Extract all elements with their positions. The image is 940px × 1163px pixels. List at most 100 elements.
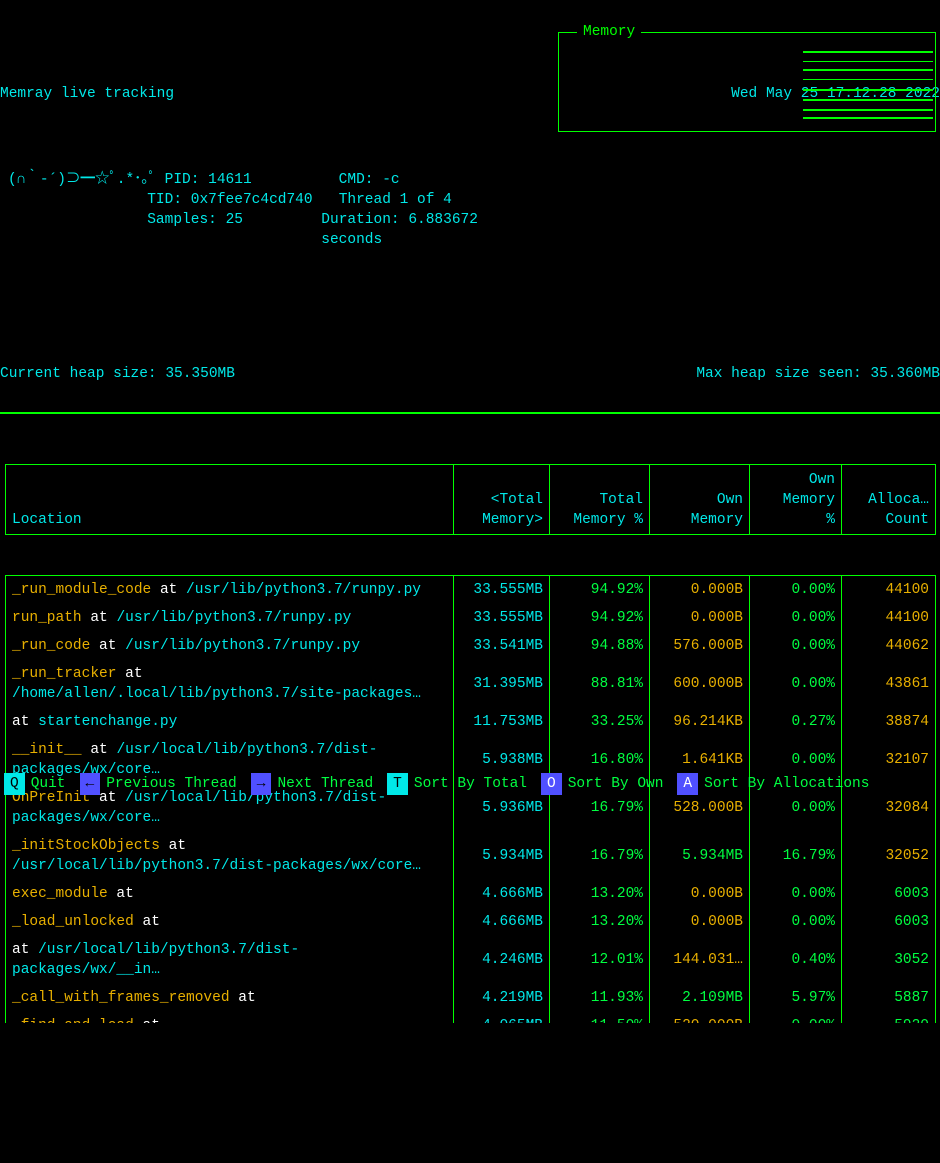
- cell-value: 43861: [842, 660, 936, 708]
- cell-value: 16.79%: [750, 832, 842, 880]
- cell-value: 88.81%: [550, 660, 650, 708]
- thread-value: 1 of 4: [400, 192, 452, 208]
- cell-value: 5.934MB: [454, 832, 550, 880]
- cell-value: 576.000B: [650, 632, 750, 660]
- footer-bar: QQuit ←Previous Thread →Next Thread TSor…: [0, 773, 940, 795]
- cell-value: 2.109MB: [650, 984, 750, 1012]
- cell-value: 12.01%: [550, 936, 650, 984]
- cell-value: 44100: [842, 604, 936, 632]
- cell-value: 13.20%: [550, 908, 650, 936]
- max-heap-value: 35.360MB: [870, 366, 940, 382]
- cell-value: 520.000B: [650, 1012, 750, 1023]
- cell-value: 0.00%: [750, 604, 842, 632]
- cell-value: 0.00%: [750, 880, 842, 908]
- cell-value: 33.25%: [550, 708, 650, 736]
- cell-value: 5887: [842, 984, 936, 1012]
- cell-value: 38874: [842, 708, 936, 736]
- cell-value: 0.40%: [750, 936, 842, 984]
- key-t[interactable]: T: [387, 773, 408, 795]
- table-row[interactable]: _run_code at /usr/lib/python3.7/runpy.py…: [6, 632, 936, 660]
- cell-value: 4.065MB: [454, 1012, 550, 1023]
- table-row[interactable]: at startenchange.py11.753MB33.25%96.214K…: [6, 708, 936, 736]
- table-row[interactable]: _initStockObjects at /usr/local/lib/pyth…: [6, 832, 936, 880]
- pid-label: PID:: [165, 172, 200, 188]
- cell-value: 32052: [842, 832, 936, 880]
- col-own-memory[interactable]: Own Memory: [650, 465, 750, 535]
- cell-value: 94.92%: [550, 576, 650, 605]
- table-row[interactable]: exec_module at 4.666MB13.20%0.000B0.00%6…: [6, 880, 936, 908]
- key-a[interactable]: A: [677, 773, 698, 795]
- key-next-arrow[interactable]: →: [251, 773, 272, 795]
- cell-value: 33.541MB: [454, 632, 550, 660]
- table-row[interactable]: _call_with_frames_removed at 4.219MB11.9…: [6, 984, 936, 1012]
- col-alloc-count[interactable]: Alloca… Count: [842, 465, 936, 535]
- app-title: Memray live tracking: [0, 84, 174, 104]
- emoji-art: (∩｀-´)⊃━☆ﾟ.*･｡ﾟ: [8, 172, 156, 188]
- col-total-memory[interactable]: <Total Memory>: [454, 465, 550, 535]
- cell-value: 11.93%: [550, 984, 650, 1012]
- cell-value: 0.000B: [650, 880, 750, 908]
- memory-box-label: Memory: [577, 22, 641, 42]
- table-row[interactable]: run_path at /usr/lib/python3.7/runpy.py3…: [6, 604, 936, 632]
- next-thread-label: Next Thread: [277, 773, 373, 795]
- table-row[interactable]: _find_and_load at 4.065MB11.50%520.000B0…: [6, 1012, 936, 1023]
- sort-total-label: Sort By Total: [414, 773, 527, 795]
- thread-label: Thread: [339, 192, 391, 208]
- cell-value: 5.934MB: [650, 832, 750, 880]
- cell-value: 0.27%: [750, 708, 842, 736]
- max-heap-label: Max heap size seen:: [696, 366, 870, 382]
- memory-graph-box: Memory: [558, 32, 936, 132]
- cell-value: 4.666MB: [454, 880, 550, 908]
- samples-value: 25: [226, 212, 243, 228]
- samples-label: Samples:: [147, 212, 217, 228]
- cell-value: 5.97%: [750, 984, 842, 1012]
- cell-value: 6003: [842, 880, 936, 908]
- sort-own-label: Sort By Own: [568, 773, 664, 795]
- cell-location: exec_module at: [6, 880, 454, 908]
- cell-value: 0.00%: [750, 908, 842, 936]
- key-o[interactable]: O: [541, 773, 562, 795]
- cell-value: 33.555MB: [454, 604, 550, 632]
- cell-value: 11.50%: [550, 1012, 650, 1023]
- prev-thread-label: Previous Thread: [106, 773, 237, 795]
- cell-location: _run_tracker at /home/allen/.local/lib/p…: [6, 660, 454, 708]
- cell-value: 5920: [842, 1012, 936, 1023]
- cell-value: 16.79%: [550, 832, 650, 880]
- cell-value: 11.753MB: [454, 708, 550, 736]
- col-own-memory-pct[interactable]: Own Memory %: [750, 465, 842, 535]
- key-q[interactable]: Q: [4, 773, 25, 795]
- key-prev-arrow[interactable]: ←: [80, 773, 101, 795]
- cell-value: 13.20%: [550, 880, 650, 908]
- tid-label: TID:: [147, 192, 182, 208]
- cell-value: 96.214KB: [650, 708, 750, 736]
- cell-value: 0.00%: [750, 1012, 842, 1023]
- table-row[interactable]: _run_tracker at /home/allen/.local/lib/p…: [6, 660, 936, 708]
- cell-value: 600.000B: [650, 660, 750, 708]
- divider: [0, 412, 940, 414]
- table-row[interactable]: _run_module_code at /usr/lib/python3.7/r…: [6, 576, 936, 605]
- cell-value: 0.00%: [750, 660, 842, 708]
- cell-value: 33.555MB: [454, 576, 550, 605]
- table-row[interactable]: at /usr/local/lib/python3.7/dist-package…: [6, 936, 936, 984]
- memory-graph: [803, 39, 933, 129]
- cell-location: at startenchange.py: [6, 708, 454, 736]
- cell-value: 31.395MB: [454, 660, 550, 708]
- col-location[interactable]: Location: [6, 465, 454, 535]
- cell-location: _load_unlocked at: [6, 908, 454, 936]
- table-row[interactable]: _load_unlocked at 4.666MB13.20%0.000B0.0…: [6, 908, 936, 936]
- cell-value: 4.246MB: [454, 936, 550, 984]
- sort-alloc-label: Sort By Allocations: [704, 773, 869, 795]
- cell-value: 44100: [842, 576, 936, 605]
- cell-value: 0.000B: [650, 576, 750, 605]
- col-total-memory-pct[interactable]: Total Memory %: [550, 465, 650, 535]
- pid-value: 14611: [208, 172, 252, 188]
- duration-value: 6.883672: [408, 212, 478, 228]
- cell-value: 6003: [842, 908, 936, 936]
- table-header-row: Location <Total Memory> Total Memory % O…: [6, 465, 936, 535]
- cell-value: 4.219MB: [454, 984, 550, 1012]
- cell-value: 0.00%: [750, 576, 842, 605]
- cell-location: _call_with_frames_removed at: [6, 984, 454, 1012]
- cell-value: 4.666MB: [454, 908, 550, 936]
- cell-location: _initStockObjects at /usr/local/lib/pyth…: [6, 832, 454, 880]
- current-heap-label: Current heap size:: [0, 366, 165, 382]
